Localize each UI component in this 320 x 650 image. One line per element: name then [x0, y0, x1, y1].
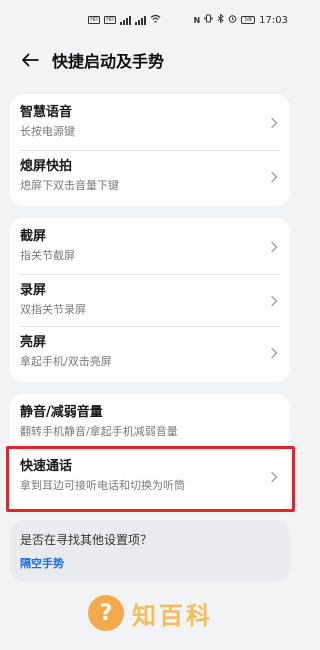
settings-group: 静音/减弱音量 翻转手机静音/拿起手机减弱音量 快速通话 拿到耳边可接听电话和切…: [10, 394, 290, 510]
status-right: N 58 17:03: [193, 13, 288, 26]
watermark-text: 知百科: [132, 601, 213, 630]
signal-icon: [120, 15, 131, 25]
divider: [20, 274, 280, 275]
item-subtitle: 翻转手机静音/拿起手机减弱音量: [20, 425, 178, 438]
clock: 17:03: [259, 14, 288, 26]
page-title: 快捷启动及手势: [52, 52, 165, 71]
box-icon: HD: [104, 16, 116, 24]
alarm-icon: [228, 14, 237, 26]
divider: [20, 326, 280, 327]
chevron-right-icon: [271, 117, 278, 129]
item-title: 亮屏: [20, 335, 47, 350]
item-title: 熄屏快拍: [20, 159, 73, 174]
divider: [20, 150, 280, 151]
list-item-mute-volume[interactable]: 静音/减弱音量 翻转手机静音/拿起手机减弱音量: [10, 404, 290, 444]
list-item-smart-voice[interactable]: 智慧语音 长按电源键: [10, 104, 290, 144]
list-item-screen-record[interactable]: 录屏 双指关节录屏: [10, 282, 290, 322]
chevron-right-icon: [271, 347, 278, 359]
list-item-wake-screen[interactable]: 亮屏 拿起手机/双击亮屏: [10, 334, 290, 374]
suggestion-card: 是否在寻找其他设置项？ 隔空手势: [10, 520, 290, 582]
suggestion-question: 是否在寻找其他设置项？: [20, 533, 153, 547]
battery-indicator: 58: [241, 16, 256, 24]
svg-text:?: ?: [100, 601, 113, 626]
list-item-screenshot[interactable]: 截屏 指关节截屏: [10, 228, 290, 268]
chevron-right-icon: [271, 471, 278, 483]
nfc-icon: N: [193, 15, 201, 25]
item-title: 截屏: [20, 229, 47, 244]
arrow-left-icon: [22, 53, 39, 67]
chevron-right-icon: [271, 171, 278, 183]
bluetooth-icon: [217, 13, 224, 26]
item-title: 录屏: [20, 283, 47, 298]
list-item-quick-call[interactable]: 快速通话 拿到耳边可接听电话和切换为听筒: [10, 458, 290, 498]
chevron-right-icon: [271, 241, 278, 253]
item-title: 静音/减弱音量: [20, 405, 103, 420]
item-subtitle: 拿起手机/双击亮屏: [20, 355, 112, 368]
item-subtitle: 指关节截屏: [20, 249, 75, 262]
divider: [20, 450, 280, 451]
item-title: 智慧语音: [20, 105, 73, 120]
chevron-right-icon: [271, 295, 278, 307]
item-subtitle: 拿到耳边可接听电话和切换为听筒: [20, 479, 185, 492]
back-button[interactable]: [10, 42, 50, 78]
item-title: 快速通话: [20, 459, 73, 474]
box-icon: HD: [88, 16, 100, 24]
signal-icon: [135, 15, 146, 25]
item-subtitle: 双指关节录屏: [20, 303, 86, 316]
vibrate-icon: [204, 14, 213, 26]
status-left: HD HD: [88, 14, 161, 26]
list-item-screen-off-snapshot[interactable]: 熄屏快拍 熄屏下双击音量下键: [10, 158, 290, 198]
watermark: ? 知百科: [86, 588, 213, 638]
settings-group: 智慧语音 长按电源键 熄屏快拍 熄屏下双击音量下键: [10, 94, 290, 206]
settings-group: 截屏 指关节截屏 录屏 双指关节录屏 亮屏 拿起手机/双击亮屏: [10, 218, 290, 382]
app-header: 快捷启动及手势: [0, 42, 300, 78]
suggestion-link[interactable]: 隔空手势: [20, 556, 64, 572]
wifi-icon: [150, 14, 161, 26]
item-subtitle: 熄屏下双击音量下键: [20, 179, 119, 192]
question-mark-circle-icon: ?: [88, 595, 124, 631]
item-subtitle: 长按电源键: [20, 125, 75, 138]
status-bar: HD HD N 58 17:03: [0, 0, 300, 40]
